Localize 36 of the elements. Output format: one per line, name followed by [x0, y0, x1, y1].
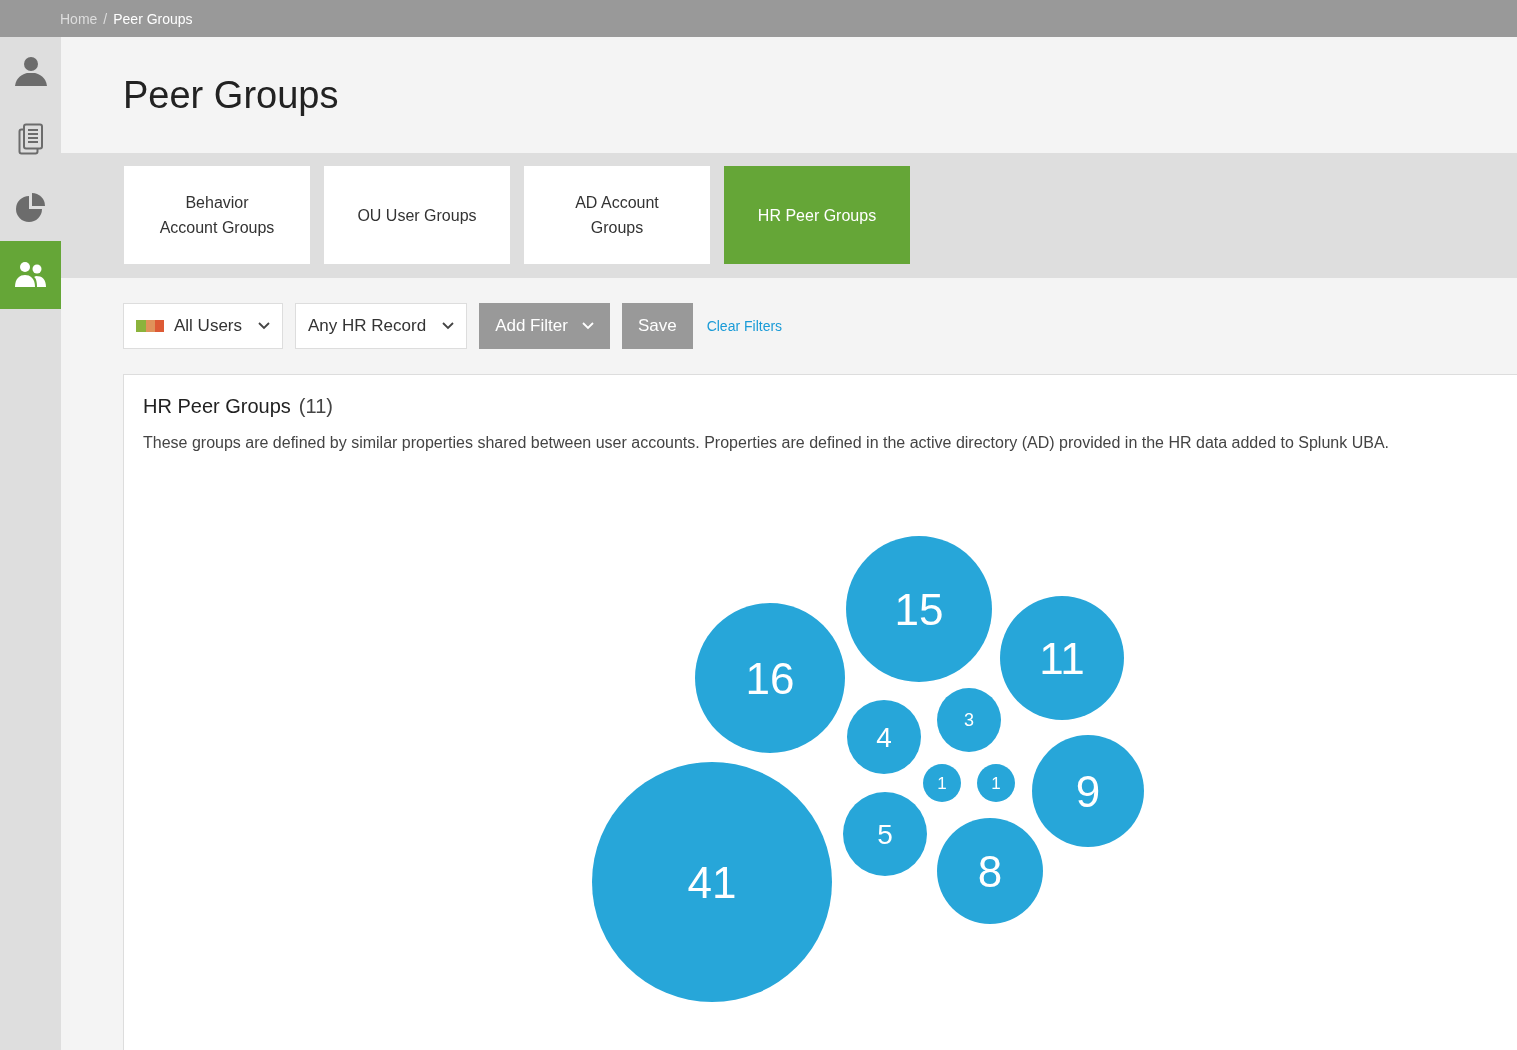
- breadcrumb-link[interactable]: Peer Groups: [113, 10, 193, 27]
- documents-icon: [17, 123, 44, 155]
- breadcrumb-link[interactable]: Home: [60, 10, 98, 27]
- tab[interactable]: OU User Groups: [324, 166, 510, 264]
- chevron-down-icon: [258, 322, 270, 330]
- group-bubble[interactable]: 5: [843, 792, 927, 876]
- group-bubble[interactable]: 3: [937, 688, 1001, 752]
- users-icon: [14, 261, 47, 289]
- group-bubble[interactable]: 1: [923, 764, 961, 802]
- group-bubble[interactable]: 9: [1032, 735, 1144, 847]
- users-dropdown[interactable]: All Users: [123, 303, 283, 349]
- clear-filters-link[interactable]: Clear Filters: [706, 318, 783, 334]
- breadcrumb-separator: /: [103, 10, 108, 27]
- group-bubble[interactable]: 4: [847, 700, 921, 774]
- add-filter-button[interactable]: Add Filter: [479, 303, 610, 349]
- panel-title: HR Peer Groups: [143, 395, 291, 418]
- tab[interactable]: HR Peer Groups: [724, 166, 910, 264]
- group-count: (11): [298, 395, 333, 418]
- group-bubble[interactable]: 41: [592, 762, 832, 1002]
- save-button[interactable]: Save: [621, 303, 693, 349]
- group-bubble[interactable]: 16: [695, 603, 845, 753]
- chevron-down-icon: [442, 322, 455, 330]
- tab[interactable]: AD Account Groups: [524, 166, 710, 264]
- group-bubble[interactable]: 8: [937, 818, 1043, 924]
- risk-scale-icon: [136, 320, 164, 332]
- chevron-down-icon: [581, 322, 594, 330]
- sidebar-item[interactable]: [0, 241, 61, 309]
- group-bubble[interactable]: 15: [846, 536, 992, 682]
- user-icon: [13, 55, 48, 87]
- page-title: Peer Groups: [123, 73, 339, 117]
- group-bubble[interactable]: 1: [977, 764, 1015, 802]
- tab[interactable]: Behavior Account Groups: [124, 166, 310, 264]
- group-bubble[interactable]: 11: [1000, 596, 1124, 720]
- panel-description: These groups are defined by similar properties shared between user accounts. Properties are defined in the active directory (AD) provided in the HR data added to Splunk UBA.: [143, 434, 1390, 452]
- pie-chart-icon: [15, 192, 46, 222]
- record-dropdown[interactable]: Any HR Record: [295, 303, 468, 349]
